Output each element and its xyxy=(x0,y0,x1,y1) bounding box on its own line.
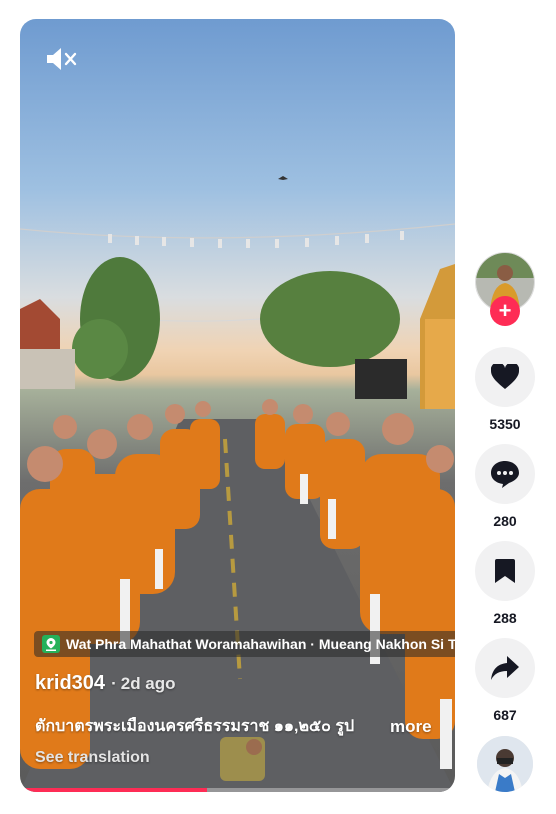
speaker-muted-icon xyxy=(47,48,77,70)
like-button[interactable] xyxy=(475,347,535,407)
more-button[interactable]: more xyxy=(390,717,432,737)
separator-dot: · xyxy=(111,674,117,693)
see-translation-link[interactable]: See translation xyxy=(35,749,150,767)
location-tag[interactable]: Wat Phra Mahathat Woramahawihan · Mueang… xyxy=(34,631,455,657)
progress-bar[interactable] xyxy=(20,788,455,792)
progress-fill xyxy=(20,788,208,792)
author-username[interactable]: krid304 xyxy=(35,672,105,694)
author-line: krid304 · 2d ago xyxy=(35,672,176,695)
comment-count: 280 xyxy=(493,513,517,529)
bookmark-icon xyxy=(495,559,515,583)
post-time: 2d ago xyxy=(120,674,176,693)
creator-avatar[interactable]: + xyxy=(475,252,535,326)
video-caption: ตักบาตรพระเมืองนครศรีธรรมราช ๑๑,๒๕๐ รูป xyxy=(35,718,355,735)
share-button[interactable] xyxy=(475,638,535,698)
like-count: 5350 xyxy=(489,416,521,432)
save-action[interactable]: 288 xyxy=(475,541,535,626)
comment-button[interactable] xyxy=(475,444,535,504)
location-pin-icon xyxy=(42,635,60,653)
heart-icon xyxy=(491,364,519,389)
share-action[interactable]: 687 xyxy=(475,638,535,723)
location-label: Wat Phra Mahathat Woramahawihan · Mueang… xyxy=(66,636,455,652)
comment-action[interactable]: 280 xyxy=(475,444,535,529)
mute-button[interactable] xyxy=(45,47,79,71)
music-disc[interactable] xyxy=(477,736,533,792)
share-count: 687 xyxy=(493,707,517,723)
video-player[interactable]: Wat Phra Mahathat Woramahawihan · Mueang… xyxy=(20,19,455,792)
follow-button[interactable]: + xyxy=(490,296,520,326)
save-button[interactable] xyxy=(475,541,535,601)
like-action[interactable]: 5350 xyxy=(475,347,535,432)
save-count: 288 xyxy=(493,610,517,626)
comment-icon xyxy=(491,461,519,488)
share-icon xyxy=(491,656,519,680)
